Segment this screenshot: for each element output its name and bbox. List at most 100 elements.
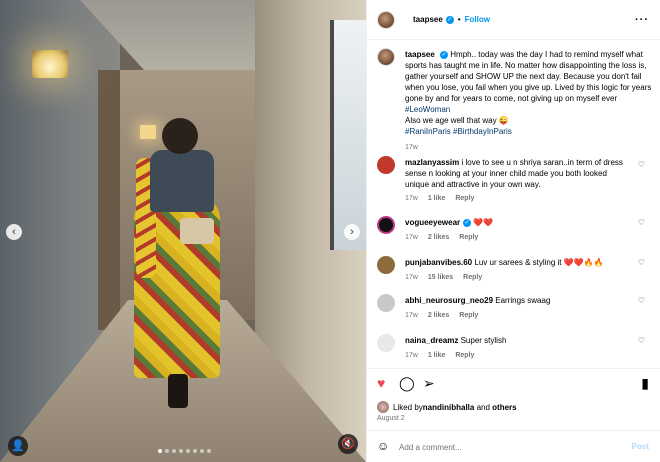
carousel-dot xyxy=(186,449,190,453)
add-comment-input[interactable] xyxy=(399,439,619,455)
photo-wall-lamp xyxy=(32,50,68,78)
header-separator: • xyxy=(457,15,461,24)
caption-time: 17w xyxy=(405,144,418,151)
comment-bubble-icon[interactable]: ◯ xyxy=(399,375,415,392)
post-side-panel: taapsee ✓ • Follow ··· taapsee ✓ Hmph.. … xyxy=(366,0,660,462)
comment-meta: 17w 2 likes Reply xyxy=(405,312,488,319)
comment-text: Earrings swaag xyxy=(495,296,551,305)
commenter-avatar[interactable] xyxy=(377,256,395,274)
add-comment-bar: ☺ Post xyxy=(367,430,660,462)
comment-meta: 17w 1 like Reply xyxy=(405,352,484,359)
comment-reply-button[interactable]: Reply xyxy=(455,195,474,202)
post-media[interactable]: ‹ › 👤 🔇 xyxy=(0,0,366,462)
carousel-dot xyxy=(172,449,176,453)
carousel-dot xyxy=(158,449,162,453)
photo-feet xyxy=(168,374,188,408)
comment-like-heart-icon[interactable]: ♡ xyxy=(638,160,645,169)
comment-time: 17w xyxy=(405,234,418,241)
photo-door xyxy=(98,70,120,330)
comment-like-heart-icon[interactable]: ♡ xyxy=(638,218,645,227)
comment-username[interactable]: punjabanvibes.60 xyxy=(405,258,472,267)
comment-like-heart-icon[interactable]: ♡ xyxy=(638,258,645,267)
carousel-dot xyxy=(200,449,204,453)
caption-hashtag-leowoman[interactable]: #LeoWoman xyxy=(405,105,450,114)
comment-body: naina_dreamz Super stylish xyxy=(405,335,631,346)
photo-head xyxy=(162,118,198,154)
next-arrow-icon[interactable]: › xyxy=(344,224,360,240)
mute-icon[interactable]: 🔇 xyxy=(338,434,358,454)
comment-body: abhi_neurosurg_neo29 Earrings swaag xyxy=(405,295,631,306)
author-avatar[interactable] xyxy=(377,10,395,29)
comment-meta: 17w 2 likes Reply xyxy=(405,234,488,241)
comment-username[interactable]: abhi_neurosurg_neo29 xyxy=(405,296,493,305)
comment-reply-button[interactable]: Reply xyxy=(459,234,478,241)
liked-by-line: Liked by nandinibhalla and others xyxy=(377,401,517,413)
comment-text: Luv ur sarees & styling it ❤️❤️🔥🔥 xyxy=(474,258,604,267)
comment-body: vogueeyewear ✓ ❤️❤️ xyxy=(405,217,631,228)
share-paper-plane-icon[interactable]: ➢ xyxy=(423,375,435,392)
liked-by-mid: and xyxy=(474,402,493,412)
caption-verified-icon: ✓ xyxy=(440,50,449,59)
tagged-user-icon[interactable]: 👤 xyxy=(8,436,28,456)
comment-body: mazlanyassim i love to see u n shriya sa… xyxy=(405,157,631,190)
comment-time: 17w xyxy=(405,312,418,319)
comment-likes[interactable]: 15 likes xyxy=(428,274,453,281)
comment-reply-button[interactable]: Reply xyxy=(459,312,478,319)
comment-reply-button[interactable]: Reply xyxy=(455,352,474,359)
commenter-avatar[interactable] xyxy=(377,156,395,174)
comment-like-heart-icon[interactable]: ♡ xyxy=(638,296,645,305)
comment-like-heart-icon[interactable]: ♡ xyxy=(638,336,645,345)
caption-username[interactable]: taapsee xyxy=(405,50,435,59)
carousel-dots xyxy=(158,449,211,453)
comment-username[interactable]: vogueeyewear xyxy=(405,218,460,227)
caption-line2: Also we age well that way 😜 xyxy=(405,116,509,125)
comment-text: ❤️❤️ xyxy=(473,218,494,227)
comment-reply-button[interactable]: Reply xyxy=(463,274,482,281)
save-bookmark-icon[interactable]: ▮ xyxy=(641,375,649,392)
caption-hashtags[interactable]: #RaniInParis #BirthdayInParis xyxy=(405,127,512,136)
liked-by-user[interactable]: nandinibhalla xyxy=(423,403,475,412)
carousel-dot xyxy=(165,449,169,453)
comment-meta: 17w 1 like Reply xyxy=(405,195,484,202)
carousel-dot xyxy=(207,449,211,453)
comment-verified-icon: ✓ xyxy=(463,218,472,227)
follow-button[interactable]: Follow xyxy=(465,15,490,24)
emoji-icon[interactable]: ☺ xyxy=(377,439,389,453)
author-username[interactable]: taapsee xyxy=(413,15,443,24)
comment-text: Super stylish xyxy=(460,336,507,345)
photo-bag xyxy=(180,218,214,244)
comment-likes[interactable]: 1 like xyxy=(428,195,446,202)
liked-by-prefix: Liked by xyxy=(393,402,423,412)
more-options-icon[interactable]: ··· xyxy=(635,14,649,26)
previous-arrow-icon[interactable]: ‹ xyxy=(6,224,22,240)
comment-username[interactable]: mazlanyassim xyxy=(405,158,459,167)
carousel-dot xyxy=(179,449,183,453)
caption-text-block: taapsee ✓ Hmph.. today was the day I had… xyxy=(405,49,653,137)
photo-person xyxy=(128,118,228,408)
comment-body: punjabanvibes.60 Luv ur sarees & styling… xyxy=(405,257,631,268)
post-modal: ‹ › 👤 🔇 taapsee ✓ • Follow ··· taapsee ✓… xyxy=(0,0,660,462)
commenter-avatar[interactable] xyxy=(377,334,395,352)
verified-badge-icon: ✓ xyxy=(445,15,454,24)
liked-by-avatar xyxy=(377,401,389,413)
commenter-avatar[interactable] xyxy=(377,294,395,312)
post-date: August 2 xyxy=(377,415,405,422)
carousel-dot xyxy=(193,449,197,453)
comment-time: 17w xyxy=(405,274,418,281)
like-heart-icon[interactable]: ♥ xyxy=(377,375,385,391)
post-actions: ♥ ◯ ➢ ▮ Liked by nandinibhalla and other… xyxy=(367,368,660,428)
comment-likes[interactable]: 2 likes xyxy=(428,312,449,319)
comment-time: 17w xyxy=(405,352,418,359)
comment-likes[interactable]: 2 likes xyxy=(428,234,449,241)
post-header: taapsee ✓ • Follow ··· xyxy=(367,0,660,40)
comment-time: 17w xyxy=(405,195,418,202)
caption-avatar[interactable] xyxy=(377,48,395,66)
comment-likes[interactable]: 1 like xyxy=(428,352,446,359)
comments-scroll-area[interactable]: taapsee ✓ Hmph.. today was the day I had… xyxy=(367,40,660,368)
photo-blouse xyxy=(150,150,214,212)
comment-username[interactable]: naina_dreamz xyxy=(405,336,458,345)
comment-meta: 17w 15 likes Reply xyxy=(405,274,492,281)
post-comment-button[interactable]: Post xyxy=(632,442,649,451)
liked-by-others[interactable]: others xyxy=(492,403,516,412)
commenter-avatar[interactable] xyxy=(377,216,395,234)
